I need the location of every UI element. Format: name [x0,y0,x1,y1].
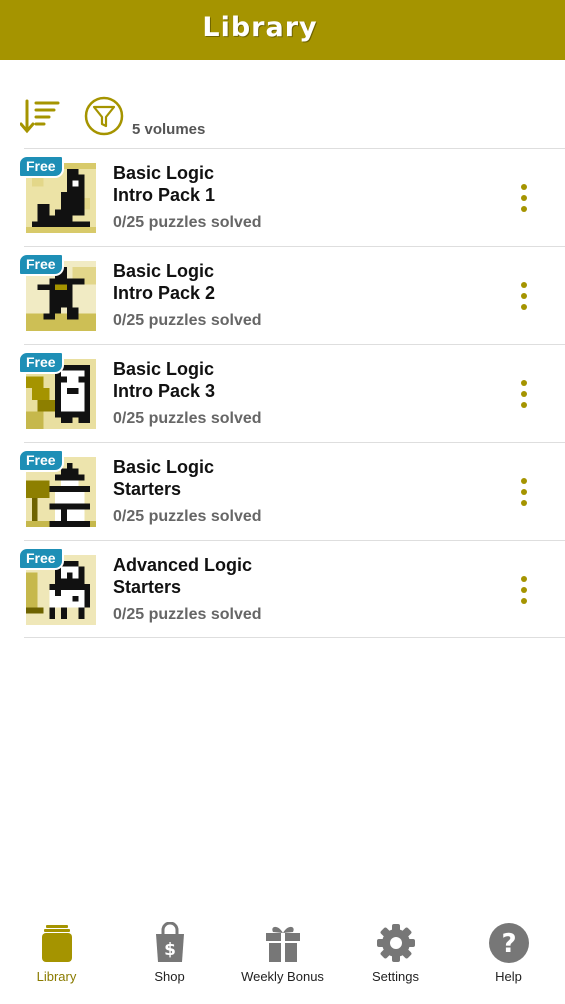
volume-title-line2: Starters [113,577,182,597]
free-badge: Free [18,449,64,472]
nav-label: Help [495,969,522,984]
nav-tab-settings[interactable]: Settings [339,914,452,1004]
volume-row[interactable]: Free Basic Logic Starters 0/25 puzzles s… [18,442,565,540]
volume-list: Free Basic Logic Intro Pack 1 0/25 puzzl… [18,148,565,638]
more-vertical-icon [512,184,536,212]
volume-title: Basic Logic Starters [113,456,214,500]
volume-progress: 0/25 puzzles solved [113,410,262,427]
page-title: Library [202,12,318,43]
sort-icon [19,99,60,134]
app-header: Library [0,0,565,60]
gear-icon [377,924,415,962]
free-badge: Free [18,253,64,276]
free-badge: Free [18,155,64,178]
more-options-button[interactable] [512,576,536,606]
nav-label: Settings [372,969,419,984]
free-badge: Free [18,351,64,374]
nav-tab-shop[interactable]: $ Shop [113,914,226,1004]
volume-progress: 0/25 puzzles solved [113,508,262,525]
volume-title: Basic Logic Intro Pack 2 [113,260,215,304]
filter-icon [84,96,124,136]
nav-label: Library [36,969,77,984]
volume-title-line2: Intro Pack 1 [113,185,216,205]
volume-row[interactable]: Free Advanced Logic Starters 0/25 puzzle… [18,540,565,638]
sort-button[interactable] [19,98,62,136]
volume-progress: 0/25 puzzles solved [113,214,262,231]
volumes-count: 5 volumes [132,121,206,138]
svg-text:?: ? [501,929,516,959]
library-toolbar: 5 volumes [0,60,565,148]
nav-tab-help[interactable]: ? Help [452,914,565,1004]
more-options-button[interactable] [512,380,536,410]
more-vertical-icon [512,576,536,604]
nav-tab-library[interactable]: Library [0,914,113,1004]
volume-progress: 0/25 puzzles solved [113,312,262,329]
volume-title-line1: Basic Logic [113,261,215,281]
volume-progress: 0/25 puzzles solved [113,606,262,623]
volume-title: Advanced Logic Starters [113,554,252,598]
more-vertical-icon [512,478,536,506]
nav-label: Shop [154,969,185,984]
bottom-navigation: Library $ Shop Weekly Bonus Settings ? H… [0,914,565,1004]
volume-row[interactable]: Free Basic Logic Intro Pack 2 0/25 puzzl… [18,246,565,344]
volume-title-line1: Basic Logic [113,163,215,183]
more-vertical-icon [512,282,536,310]
nav-label: Weekly Bonus [241,969,324,984]
free-badge: Free [18,547,64,570]
volume-title-line1: Advanced Logic [113,555,253,575]
more-vertical-icon [512,380,536,408]
more-options-button[interactable] [512,184,536,214]
help-icon: ? [489,923,529,963]
volume-row[interactable]: Free Basic Logic Intro Pack 1 0/25 puzzl… [18,148,565,246]
filter-button[interactable] [84,96,124,136]
volume-title-line2: Starters [113,479,182,499]
svg-text:$: $ [164,940,176,960]
more-options-button[interactable] [512,282,536,312]
nav-tab-weekly-bonus[interactable]: Weekly Bonus [226,914,339,1004]
volume-title-line1: Basic Logic [113,359,215,379]
volume-title: Basic Logic Intro Pack 3 [113,358,215,402]
volume-title-line1: Basic Logic [113,457,215,477]
volume-row[interactable]: Free Basic Logic Intro Pack 3 0/25 puzzl… [18,344,565,442]
volume-title-line2: Intro Pack 2 [113,283,216,303]
shopping-bag-icon: $ [156,922,184,962]
more-options-button[interactable] [512,478,536,508]
volume-title: Basic Logic Intro Pack 1 [113,162,215,206]
library-icon [42,925,72,962]
gift-icon [266,926,300,962]
volume-title-line2: Intro Pack 3 [113,381,216,401]
